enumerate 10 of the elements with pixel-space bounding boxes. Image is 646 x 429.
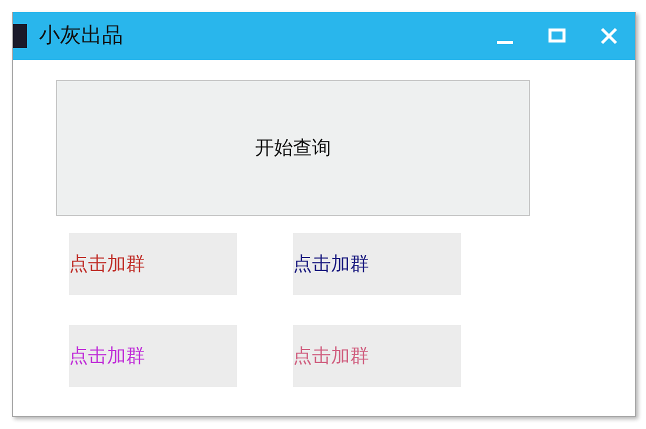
query-button[interactable]: 开始查询 xyxy=(56,80,530,216)
join-group-button[interactable]: 点击加群 xyxy=(293,325,461,387)
join-group-button[interactable]: 点击加群 xyxy=(293,233,461,295)
minimize-icon xyxy=(497,40,513,44)
join-group-button[interactable]: 点击加群 xyxy=(69,325,237,387)
app-icon xyxy=(13,24,27,48)
join-group-button[interactable]: 点击加群 xyxy=(69,233,237,295)
close-icon xyxy=(600,27,618,45)
maximize-icon xyxy=(548,27,566,45)
window-title: 小灰出品 xyxy=(39,22,123,50)
